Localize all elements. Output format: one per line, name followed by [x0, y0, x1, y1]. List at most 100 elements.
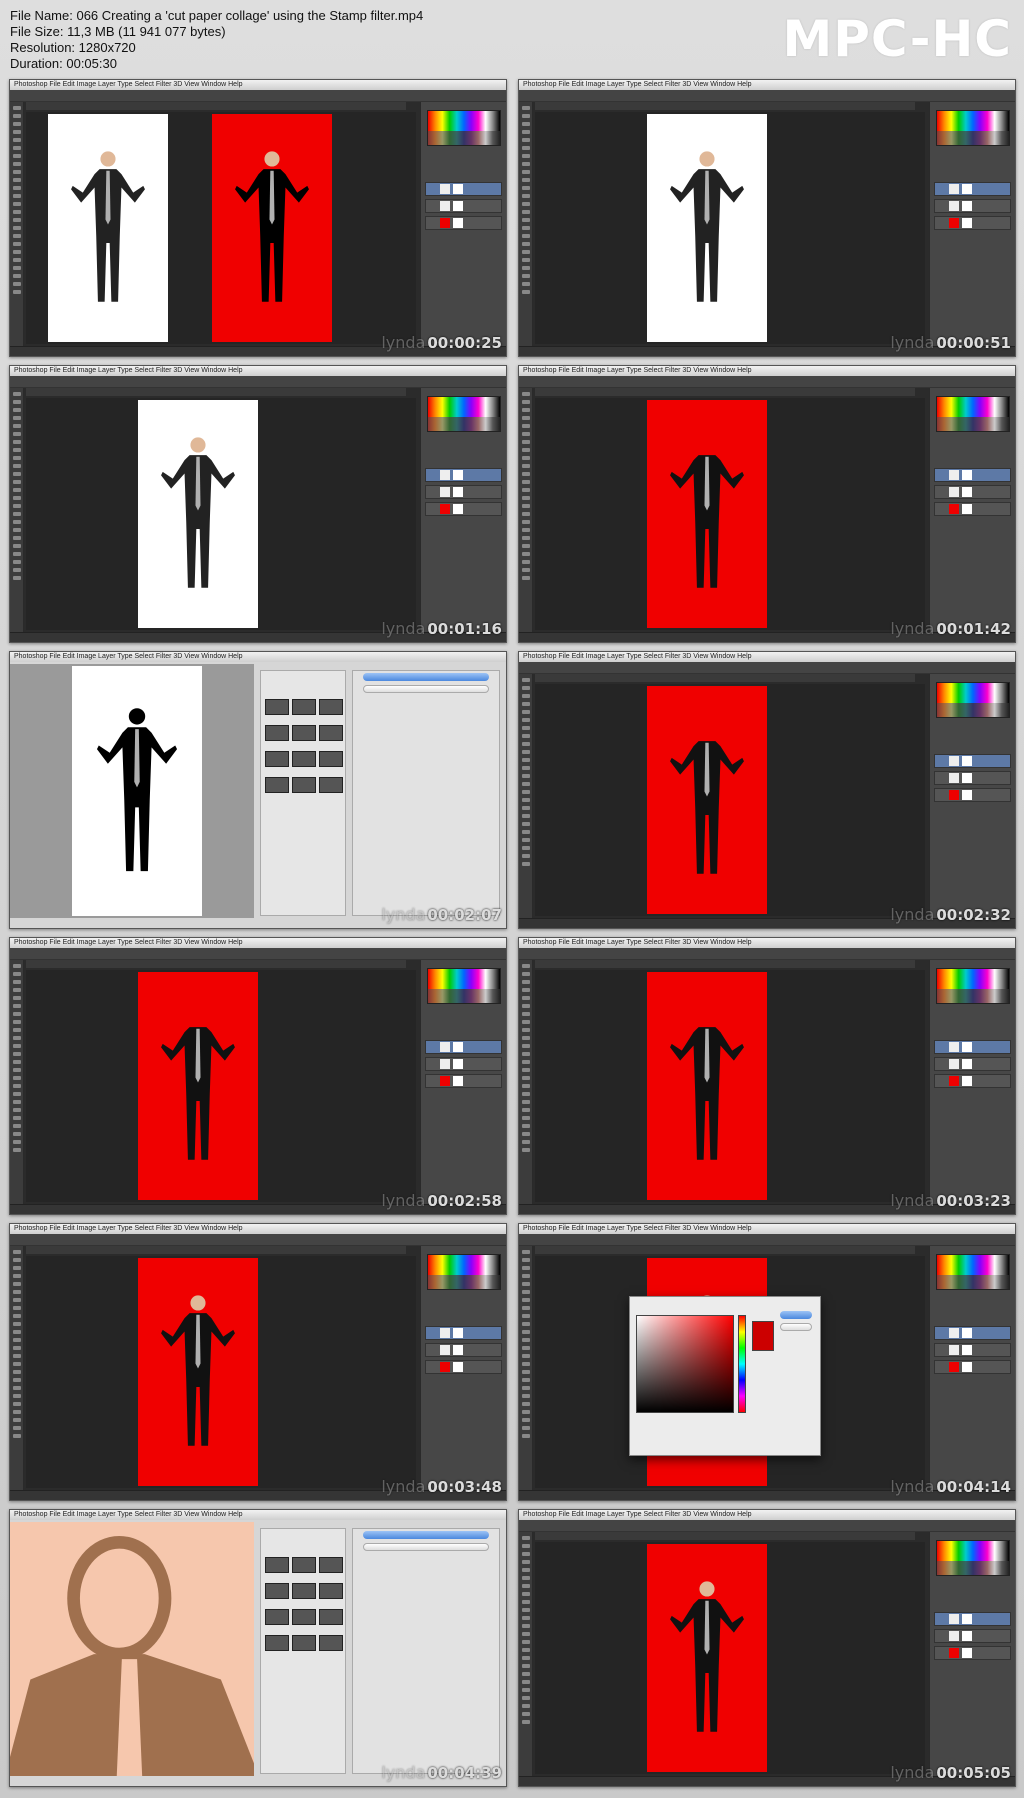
tool-icon[interactable]	[12, 440, 21, 444]
tool-icon[interactable]	[12, 210, 21, 214]
document-tabs[interactable]	[26, 102, 406, 110]
tool-icon[interactable]	[521, 1362, 530, 1366]
ok-button[interactable]	[780, 1311, 812, 1319]
tool-icon[interactable]	[12, 266, 21, 270]
layer-row[interactable]	[934, 1646, 1011, 1660]
filter-thumbnail[interactable]	[265, 699, 289, 715]
tool-icon[interactable]	[521, 512, 530, 516]
tool-icon[interactable]	[521, 1664, 530, 1668]
tool-icon[interactable]	[521, 408, 530, 412]
hue-slider[interactable]	[738, 1315, 746, 1413]
layer-row[interactable]	[934, 1326, 1011, 1340]
tool-icon[interactable]	[12, 424, 21, 428]
layers-panel[interactable]	[425, 1326, 502, 1386]
tool-icon[interactable]	[521, 1704, 530, 1708]
tool-icon[interactable]	[521, 154, 530, 158]
filter-thumbnail[interactable]	[265, 1557, 289, 1573]
tool-icon[interactable]	[12, 1418, 21, 1422]
filter-thumbnail[interactable]	[319, 751, 343, 767]
tool-icon[interactable]	[12, 1028, 21, 1032]
swatches-panel[interactable]	[427, 1254, 501, 1290]
tool-icon[interactable]	[521, 114, 530, 118]
tool-icon[interactable]	[12, 154, 21, 158]
tool-icon[interactable]	[521, 996, 530, 1000]
tool-icon[interactable]	[521, 846, 530, 850]
tool-icon[interactable]	[12, 464, 21, 468]
tool-icon[interactable]	[12, 1060, 21, 1064]
layer-row[interactable]	[425, 485, 502, 499]
tool-icon[interactable]	[12, 448, 21, 452]
tool-icon[interactable]	[12, 1036, 21, 1040]
tool-icon[interactable]	[12, 1306, 21, 1310]
tool-icon[interactable]	[12, 1434, 21, 1438]
tool-icon[interactable]	[521, 146, 530, 150]
tool-icon[interactable]	[12, 1020, 21, 1024]
tool-icon[interactable]	[521, 536, 530, 540]
tool-icon[interactable]	[521, 1418, 530, 1422]
swatches-panel[interactable]	[427, 968, 501, 1004]
tool-icon[interactable]	[521, 496, 530, 500]
filter-thumbnail[interactable]	[265, 725, 289, 741]
layer-row[interactable]	[934, 1629, 1011, 1643]
document-tabs[interactable]	[26, 388, 406, 396]
tool-icon[interactable]	[12, 130, 21, 134]
swatches-panel[interactable]	[936, 1254, 1010, 1290]
layer-row[interactable]	[425, 502, 502, 516]
tool-icon[interactable]	[12, 146, 21, 150]
document-tabs[interactable]	[26, 960, 406, 968]
canvas-area[interactable]	[535, 684, 925, 916]
tool-icon[interactable]	[521, 1250, 530, 1254]
tool-icon[interactable]	[521, 1044, 530, 1048]
tool-icon[interactable]	[521, 710, 530, 714]
swatches-panel[interactable]	[427, 396, 501, 432]
tool-icon[interactable]	[521, 814, 530, 818]
layer-row[interactable]	[425, 1040, 502, 1054]
swatches-panel[interactable]	[936, 968, 1010, 1004]
layer-row[interactable]	[425, 199, 502, 213]
tool-icon[interactable]	[12, 480, 21, 484]
tool-icon[interactable]	[521, 162, 530, 166]
tool-icon[interactable]	[521, 282, 530, 286]
layer-row[interactable]	[934, 1360, 1011, 1374]
tool-icon[interactable]	[12, 996, 21, 1000]
tool-icon[interactable]	[12, 114, 21, 118]
tool-icon[interactable]	[12, 1290, 21, 1294]
tool-icon[interactable]	[521, 1052, 530, 1056]
tool-icon[interactable]	[12, 1282, 21, 1286]
tool-icon[interactable]	[521, 1020, 530, 1024]
layers-panel[interactable]	[934, 468, 1011, 528]
layers-panel[interactable]	[934, 1326, 1011, 1386]
swatches-panel[interactable]	[936, 682, 1010, 718]
document-tabs[interactable]	[535, 960, 915, 968]
tool-icon[interactable]	[521, 838, 530, 842]
tool-icon[interactable]	[521, 694, 530, 698]
tool-icon[interactable]	[521, 1536, 530, 1540]
tool-icon[interactable]	[521, 138, 530, 142]
tool-icon[interactable]	[12, 1132, 21, 1136]
tool-icon[interactable]	[521, 1426, 530, 1430]
tool-icon[interactable]	[521, 718, 530, 722]
canvas-area[interactable]	[535, 1542, 925, 1774]
canvas-area[interactable]	[26, 398, 416, 630]
tool-icon[interactable]	[521, 1266, 530, 1270]
tool-icon[interactable]	[521, 1338, 530, 1342]
tool-icon[interactable]	[521, 1688, 530, 1692]
tool-icon[interactable]	[521, 488, 530, 492]
tool-icon[interactable]	[521, 1386, 530, 1390]
layer-row[interactable]	[425, 468, 502, 482]
tool-icon[interactable]	[521, 528, 530, 532]
tool-icon[interactable]	[521, 1608, 530, 1612]
canvas-area[interactable]	[26, 1256, 416, 1488]
tool-icon[interactable]	[12, 1052, 21, 1056]
tool-icon[interactable]	[521, 830, 530, 834]
tool-icon[interactable]	[521, 806, 530, 810]
tool-icon[interactable]	[12, 1298, 21, 1302]
tool-icon[interactable]	[521, 1148, 530, 1152]
filter-thumbnail[interactable]	[292, 725, 316, 741]
tool-icon[interactable]	[521, 194, 530, 198]
tool-icon[interactable]	[521, 678, 530, 682]
tool-icon[interactable]	[521, 774, 530, 778]
filter-thumbnail[interactable]	[292, 1557, 316, 1573]
tool-icon[interactable]	[521, 1552, 530, 1556]
layer-row[interactable]	[425, 182, 502, 196]
